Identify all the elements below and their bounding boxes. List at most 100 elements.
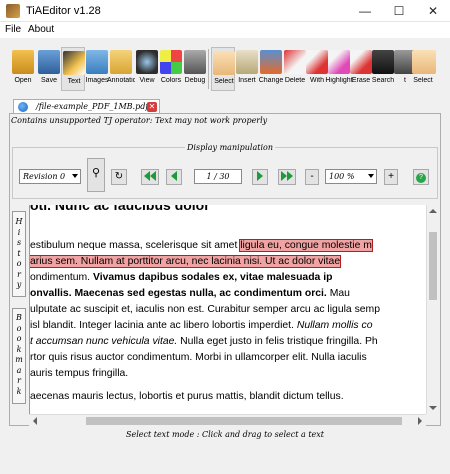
pin-button[interactable]: ⚲ <box>87 158 105 192</box>
page-indicator[interactable]: 1 / 30 <box>194 169 242 184</box>
next-page-icon <box>257 171 263 182</box>
binoculars-icon <box>372 50 394 74</box>
scroll-up-icon[interactable] <box>429 209 437 213</box>
title-bar: TiAEditor v1.28 — ☐ ✕ <box>0 0 450 22</box>
side-tab-letter: s <box>16 238 22 247</box>
eye-icon <box>136 50 158 74</box>
open-button[interactable]: Open <box>11 47 35 91</box>
side-tab-letter: H <box>15 217 23 226</box>
image-icon <box>86 50 108 74</box>
with-button[interactable]: With <box>305 47 329 91</box>
scroll-left-icon[interactable] <box>33 417 37 425</box>
tab-strip: /file-example_PDF_1MB.pdf ✕ <box>9 99 441 114</box>
delete-icon <box>284 50 306 74</box>
document-view[interactable]: oti. Nunc ac faucibus dolor estibulum ne… <box>29 205 426 414</box>
help-icon: ? <box>416 173 426 183</box>
view-button[interactable]: View <box>135 47 159 91</box>
document-line: rtor quis risus auctor condimentum. Morb… <box>30 352 367 363</box>
window-title: TiAEditor v1.28 <box>26 5 101 17</box>
wrench-icon <box>184 50 206 74</box>
side-tab-letter: k <box>16 386 22 396</box>
images-button[interactable]: Images <box>85 47 109 91</box>
document-line: t accumsan nunc vehicula vitae. Nulla eg… <box>30 336 378 347</box>
colors-button[interactable]: Colors <box>159 47 183 91</box>
select-mode-button[interactable]: Select <box>211 47 235 91</box>
tab-close-icon[interactable]: ✕ <box>147 102 157 112</box>
scroll-down-icon[interactable] <box>429 406 437 410</box>
scroll-right-icon[interactable] <box>418 417 422 425</box>
prev-page-icon <box>171 171 177 182</box>
vertical-scrollbar[interactable] <box>426 205 438 414</box>
select-large-button[interactable]: Select <box>411 47 437 91</box>
folder-icon <box>12 50 34 74</box>
chevron-down-icon <box>72 174 78 178</box>
pin-icon: ⚲ <box>91 167 101 179</box>
erase-button[interactable]: Erase <box>349 47 373 91</box>
hand-icon <box>412 50 436 74</box>
save-button[interactable]: Save <box>37 47 61 91</box>
selected-text[interactable]: arius sem. Nullam at porttitor arcu, nec… <box>30 255 342 268</box>
side-tab-letter: y <box>16 280 22 289</box>
side-tab-letter: B <box>16 313 22 322</box>
display-manipulation-label: Display manipulation <box>185 143 275 152</box>
history-side-tab[interactable]: History <box>12 211 26 297</box>
debug-button[interactable]: Debug <box>183 47 207 91</box>
zoom-in-button[interactable]: + <box>384 169 398 185</box>
status-text: Select text mode : Click and drag to sel… <box>125 430 324 439</box>
search-button[interactable]: Search <box>371 47 395 91</box>
next-page-button[interactable] <box>252 169 268 185</box>
maximize-button[interactable]: ☐ <box>382 0 416 22</box>
insert-button[interactable]: Insert <box>235 47 259 91</box>
document-line: arius sem. Nullam at porttitor arcu, nec… <box>30 255 342 268</box>
change-button[interactable]: Change <box>259 47 283 91</box>
close-button[interactable]: ✕ <box>416 0 450 22</box>
delete-button[interactable]: Delete <box>283 47 307 91</box>
pencil-icon <box>63 51 85 75</box>
side-tab-letter: k <box>16 344 22 354</box>
document-line: isl blandit. Integer lacinia ante ac lib… <box>30 320 373 331</box>
document-line: ulputate ac suscipit et, iaculis non est… <box>30 304 380 315</box>
tab-filename: /file-example_PDF_1MB.pdf <box>36 102 149 111</box>
text-mode-button[interactable]: Text <box>61 47 85 91</box>
highlight-button[interactable]: Highlight <box>325 47 353 91</box>
prev-page-button[interactable] <box>166 169 182 185</box>
side-tab-letter: r <box>17 376 21 385</box>
menu-about[interactable]: About <box>28 24 54 35</box>
first-page-button[interactable] <box>141 169 159 185</box>
menu-file[interactable]: File <box>5 24 21 35</box>
document-line: aecenas mauris lectus, lobortis et purus… <box>30 391 344 402</box>
refresh-button[interactable]: ↻ <box>111 169 127 185</box>
document-line: auris tempus fringilla. <box>30 368 129 379</box>
minimize-button[interactable]: — <box>348 0 382 22</box>
selected-text[interactable]: ligula eu, congue molestie m <box>239 239 373 252</box>
side-tab-letter: o <box>16 323 22 333</box>
help-button[interactable]: ? <box>413 169 429 185</box>
hand-icon <box>213 51 235 75</box>
horizontal-scroll-thumb[interactable] <box>86 417 402 425</box>
chevron-down-icon <box>368 174 374 178</box>
zoom-select[interactable]: 100 % <box>325 169 377 184</box>
last-page-button[interactable] <box>278 169 296 185</box>
side-tab-letter: t <box>17 248 21 258</box>
document-line: ondimentum. Vivamus dapibus sodales ex, … <box>30 272 333 283</box>
vertical-scroll-thumb[interactable] <box>429 232 437 300</box>
save-icon <box>38 50 60 74</box>
document-tab[interactable]: /file-example_PDF_1MB.pdf ✕ <box>13 99 160 114</box>
annotations-button[interactable]: Annotations <box>107 47 135 91</box>
app-icon <box>6 4 20 18</box>
revision-select[interactable]: Revision 0 <box>19 169 81 184</box>
side-tab-letter: o <box>16 259 22 268</box>
document-line: onvallis. Maecenas sed egestas nulla, ac… <box>30 288 350 299</box>
side-tab-letter: m <box>15 355 23 364</box>
side-tab-letter: a <box>16 365 22 375</box>
document-heading: oti. Nunc ac faucibus dolor <box>30 205 210 213</box>
eraser-icon <box>350 50 372 74</box>
refresh-icon: ↻ <box>114 171 124 182</box>
toolbar: Open Save Text Images Annotations View C… <box>9 47 441 93</box>
bookmarks-side-tab[interactable]: Bookmark <box>12 308 26 404</box>
menu-bar: File About <box>0 22 450 38</box>
horizontal-scrollbar[interactable] <box>29 414 426 426</box>
side-tab-letter: r <box>17 269 21 279</box>
highlighter-icon <box>328 50 350 74</box>
zoom-out-button[interactable]: - <box>305 169 319 185</box>
